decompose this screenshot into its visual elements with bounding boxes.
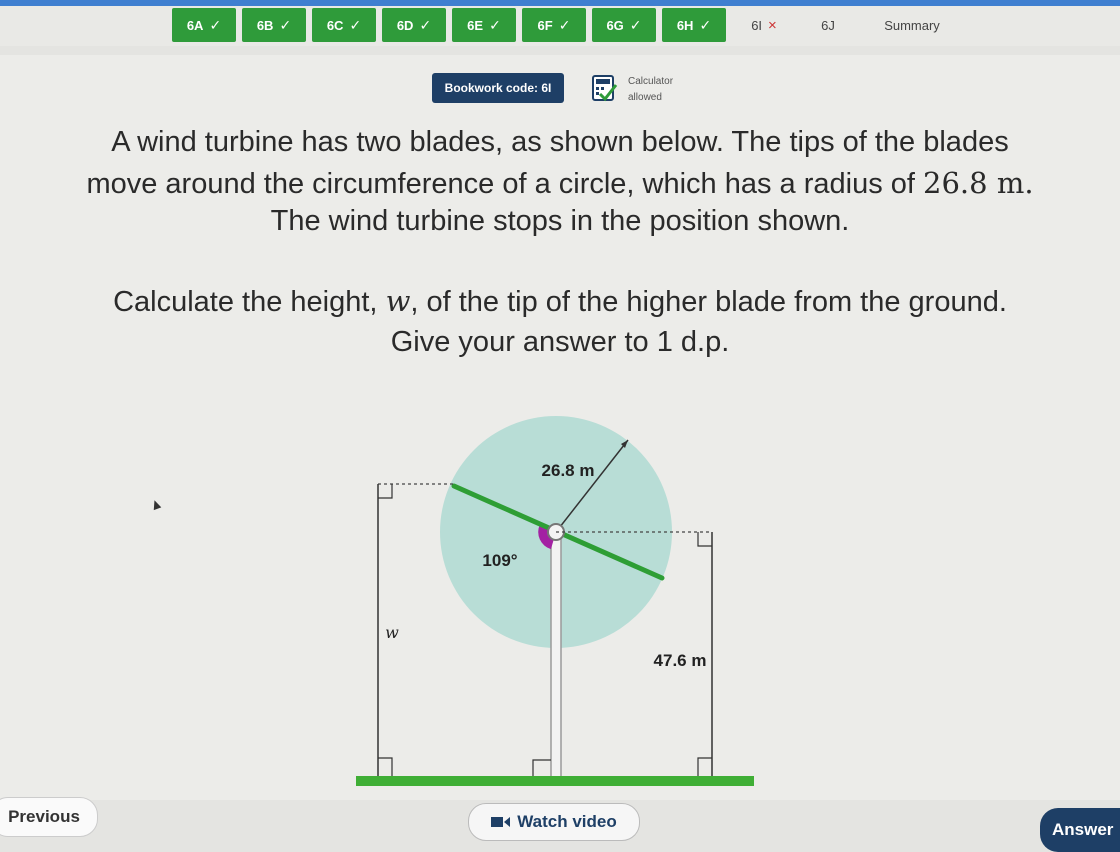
tab-label: 6H [676,17,694,33]
question-line-2: move around the circumference of a circl… [0,166,1120,201]
check-icon: ✓ [209,16,222,33]
tab-summary[interactable]: Summary [862,8,962,42]
tab-label: 6A [186,17,204,33]
calculator-label: Calculator [628,76,674,87]
question-line-4: Calculate the height, w, of the tip of t… [0,284,1120,319]
tab-label: 6C [326,17,344,33]
tab-6b[interactable]: 6B ✓ [242,8,306,42]
tab-6j[interactable]: 6J [800,8,856,42]
tab-label: 6G [606,17,624,33]
question-line-4-pre: Calculate the height, [113,286,386,318]
question-line-2-text: move around the circumference of a circl… [86,168,924,200]
right-angle-top-left [378,484,393,499]
question-tabs: 6A ✓ 6B ✓ 6C ✓ 6D ✓ 6E ✓ 6F ✓ 6G ✓ 6H ✓ 6I × 6J S… [0,6,1120,46]
question-line-1: A wind turbine has two blades, as shown … [111,126,1009,158]
ground [356,776,754,786]
check-icon: ✓ [419,16,432,33]
right-angle-top-right [697,532,712,547]
question-line-5: Give your answer to 1 d.p. [390,326,730,358]
tab-label: 6J [821,17,835,33]
calculator-allowed-text: Calculator allowed [628,74,673,106]
right-angle-bottom-right [697,757,712,776]
unknown-height-label: w [385,623,399,642]
tab-6f[interactable]: 6F ✓ [522,8,586,42]
tab-6e[interactable]: 6E ✓ [452,8,516,42]
calculator-icon [592,75,618,102]
question-line-4-post: , of the tip of the higher blade from th… [410,286,1007,318]
tab-label: 6E [467,17,484,33]
variable-w: w [385,284,411,318]
tab-label: 6D [396,17,414,33]
previous-button[interactable]: Previous [0,797,98,837]
tab-label: 6F [537,17,553,33]
turbine-tower [550,531,562,779]
video-icon [491,817,511,827]
angle-label: 109° [482,551,517,570]
watch-video-button[interactable]: Watch video [468,803,640,841]
cross-icon: × [768,16,777,34]
radius-label: 26.8 m [542,461,595,480]
tab-6g[interactable]: 6G ✓ [592,8,656,42]
hub-height-label: 47.6 m [654,651,707,670]
answer-button[interactable]: Answer [1040,808,1120,852]
wind-turbine-diagram: 26.8 m 109° 47.6 m w [356,416,754,786]
radius-value: 26.8 m. [923,166,1034,200]
tab-6h[interactable]: 6H ✓ [662,8,726,42]
right-angle-bottom-left [378,757,393,776]
check-icon: ✓ [699,16,712,33]
tab-6d[interactable]: 6D ✓ [382,8,446,42]
check-icon: ✓ [349,16,362,33]
tab-label: 6I [751,17,763,33]
tab-6a[interactable]: 6A ✓ [172,8,236,42]
question-line-3: The wind turbine stops in the position s… [270,205,850,237]
check-icon: ✓ [489,16,501,33]
check-icon: ✓ [558,16,571,33]
tab-label: Summary [884,17,940,33]
tab-6i[interactable]: 6I × [732,8,796,42]
check-icon: ✓ [629,16,642,33]
watch-video-label: Watch video [517,812,617,831]
calculator-allowed-label: allowed [628,92,662,103]
bookwork-code-badge: Bookwork code: 6I [432,73,564,103]
tab-6c[interactable]: 6C ✓ [312,8,376,42]
check-icon: ✓ [279,16,292,33]
right-angle-tower [532,759,551,776]
tab-label: 6B [256,17,274,33]
